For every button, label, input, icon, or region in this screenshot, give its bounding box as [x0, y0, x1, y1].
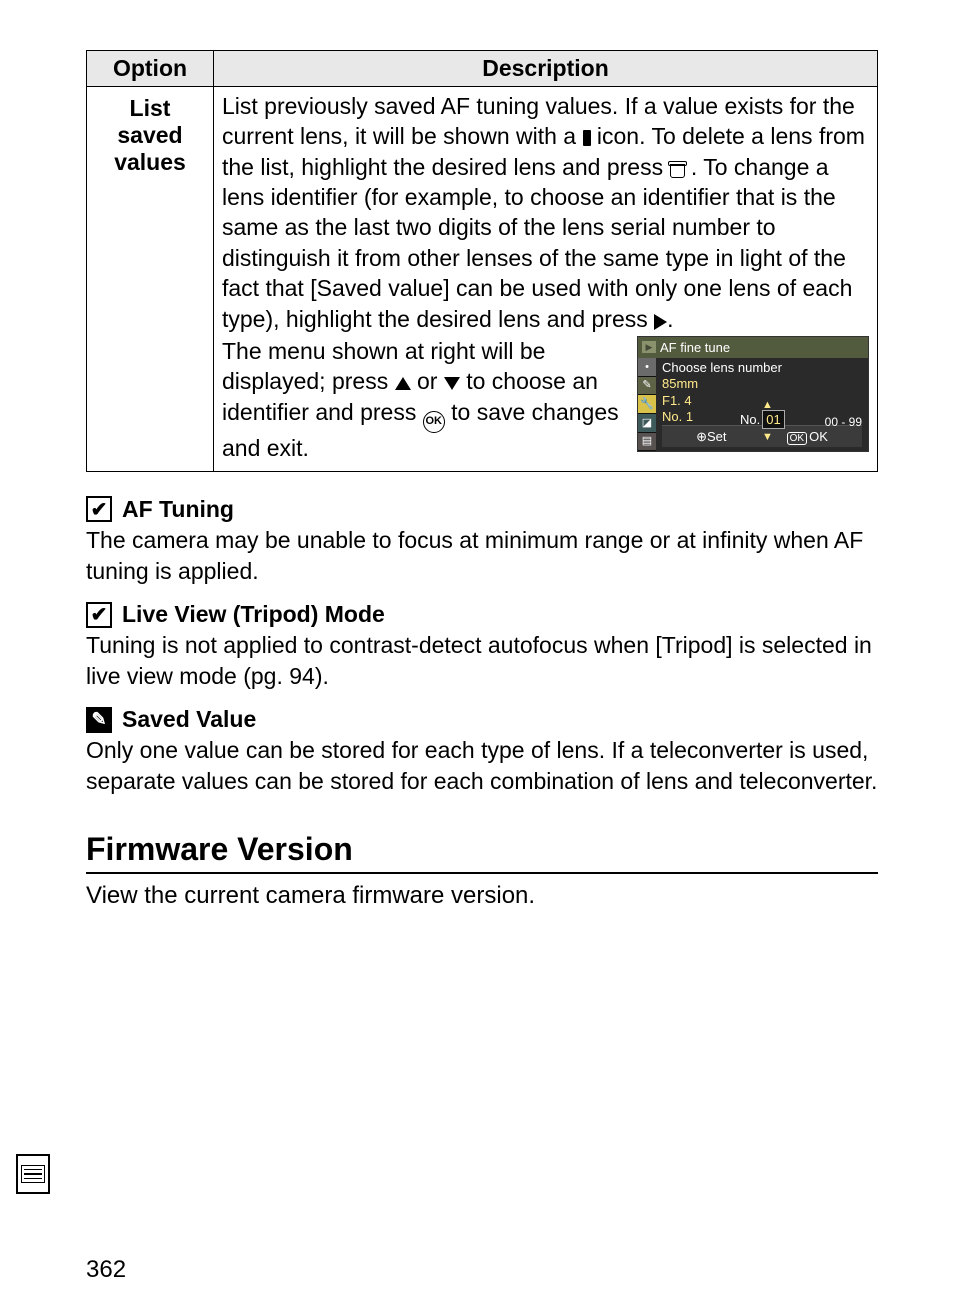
menu-subtitle: Choose lens number	[662, 360, 862, 376]
caution-checkbox-icon: ✔	[86, 602, 112, 628]
ok-button-icon: OK	[423, 411, 445, 433]
footer-set-label: Set	[707, 429, 727, 444]
menu-title: AF fine tune	[660, 339, 730, 356]
menu-side-tabs: • ✎ 🔧 ◪ ▤	[638, 358, 656, 451]
spinner-down-arrow-icon: ▼	[762, 430, 773, 445]
menu-body: • ✎ 🔧 ◪ ▤ Choose lens number 85mm F1. 4	[638, 358, 868, 451]
up-arrow-icon	[395, 377, 411, 390]
menu-lens-focal: 85mm	[662, 376, 862, 392]
footer-ok-label: OK	[809, 429, 828, 444]
side-tab-setup-menu-icon	[16, 1154, 50, 1194]
note-title: AF Tuning	[122, 496, 234, 523]
footer-ok: OKOK	[787, 428, 828, 445]
option-label-line1: List	[130, 95, 171, 121]
description-cell: List previously saved AF tuning values. …	[214, 87, 878, 472]
info-pencil-icon: ✎	[86, 707, 112, 733]
description-paragraph-1: List previously saved AF tuning values. …	[222, 91, 869, 334]
note-title: Live View (Tripod) Mode	[122, 601, 385, 628]
description-paragraph-2: The menu shown at right will be displaye…	[222, 336, 869, 463]
ok-badge-icon: OK	[787, 432, 807, 445]
note-body: Tuning is not applied to contrast-detect…	[86, 630, 878, 692]
right-arrow-icon	[654, 314, 667, 330]
camera-menu-screenshot: ▶ AF fine tune • ✎ 🔧 ◪ ▤	[637, 336, 869, 452]
section-heading-firmware: Firmware Version	[86, 831, 878, 874]
desc-text: .	[667, 306, 673, 332]
option-label-line3: values	[114, 149, 186, 175]
note-live-view: ✔ Live View (Tripod) Mode Tuning is not …	[86, 601, 878, 692]
pencil-tab-icon: ✎	[638, 377, 656, 396]
menu-title-bar: ▶ AF fine tune	[638, 337, 868, 358]
recent-tab-icon: ▤	[638, 433, 656, 452]
number-range: 00 - 99	[825, 415, 862, 431]
wrench-tab-icon: 🔧	[638, 395, 656, 414]
option-cell: List saved values	[87, 87, 214, 472]
retouch-tab-icon: ◪	[638, 414, 656, 433]
camera-tab-icon: •	[638, 358, 656, 377]
note-af-tuning: ✔ AF Tuning The camera may be unable to …	[86, 496, 878, 587]
table-row: List saved values List previously saved …	[87, 87, 878, 472]
number-label: No.	[740, 412, 760, 427]
desc-text: . To change a lens identifier (for examp…	[222, 154, 852, 332]
playback-tab-icon: ▶	[642, 341, 656, 353]
col-header-description: Description	[214, 51, 878, 87]
trash-icon	[670, 161, 685, 178]
note-heading: ✔ Live View (Tripod) Mode	[86, 601, 878, 628]
option-label-line2: saved	[117, 122, 182, 148]
desc-text: or	[417, 368, 444, 394]
caution-checkbox-icon: ✔	[86, 496, 112, 522]
page: Option Description List saved values Lis…	[0, 0, 954, 1314]
desc-bottom-text: The menu shown at right will be displaye…	[222, 336, 627, 463]
note-saved-value: ✎ Saved Value Only one value can be stor…	[86, 706, 878, 797]
note-body: The camera may be unable to focus at min…	[86, 525, 878, 587]
page-number: 362	[86, 1256, 126, 1284]
col-header-option: Option	[87, 51, 214, 87]
note-title: Saved Value	[122, 706, 256, 733]
number-selector: No.01	[740, 410, 785, 429]
note-body: Only one value can be stored for each ty…	[86, 735, 878, 797]
options-table: Option Description List saved values Lis…	[86, 50, 878, 472]
table-header-row: Option Description	[87, 51, 878, 87]
menu-main-panel: Choose lens number 85mm F1. 4 No. 1 ▲ No…	[656, 358, 868, 451]
number-value: 01	[762, 410, 784, 429]
footer-set: ⊕Set	[696, 428, 726, 445]
note-heading: ✎ Saved Value	[86, 706, 878, 733]
down-arrow-icon	[444, 377, 460, 390]
note-heading: ✔ AF Tuning	[86, 496, 878, 523]
section-body-firmware: View the current camera firmware version…	[86, 880, 878, 912]
marker-icon	[583, 130, 591, 146]
